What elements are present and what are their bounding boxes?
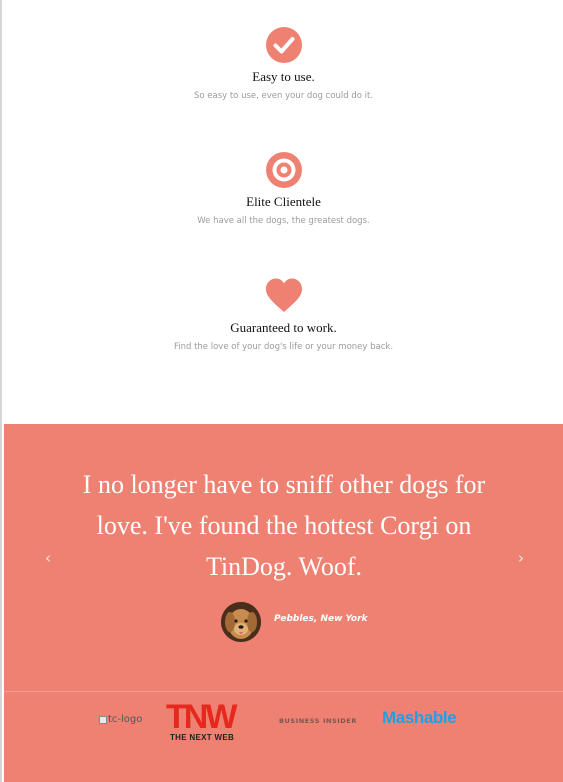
feature-description: We have all the dogs, the greatest dogs. xyxy=(197,216,370,226)
business-insider-logo: BUSINESS INSIDER xyxy=(279,717,357,725)
avatar xyxy=(221,602,261,642)
tnw-mark: TNW xyxy=(166,698,237,736)
feature-title: Easy to use. xyxy=(252,69,315,84)
feature-elite-clientele: Elite Clientele We have all the dogs, th… xyxy=(4,151,563,226)
chevron-right-icon[interactable]: › xyxy=(511,548,531,568)
page-frame: Easy to use. So easy to use, even your d… xyxy=(0,0,563,782)
tnw-logo: TNW THE NEXT WEB xyxy=(166,698,252,742)
testimonial-quote: I no longer have to sniff other dogs for… xyxy=(82,470,486,581)
feature-easy-to-use: Easy to use. So easy to use, even your d… xyxy=(4,26,563,101)
dog-photo-icon xyxy=(221,602,261,642)
mashable-logo: Mashable xyxy=(382,708,457,727)
features-section: Easy to use. So easy to use, even your d… xyxy=(4,0,563,424)
feature-title: Elite Clientele xyxy=(246,194,321,209)
bullseye-icon xyxy=(265,152,302,188)
techcrunch-logo: tc-logo xyxy=(99,714,142,725)
feature-description: So easy to use, even your dog could do i… xyxy=(193,91,374,101)
techcrunch-alt-text: tc-logo xyxy=(108,714,143,725)
chevron-left-icon[interactable]: ‹ xyxy=(38,548,58,568)
testimonial-carousel: ‹ I no longer have to sniff other dogs f… xyxy=(4,424,563,691)
feature-guaranteed: Guaranteed to work. Find the love of you… xyxy=(4,277,563,352)
press-section: tc-logo TNW THE NEXT WEB BUSINESS INSIDE… xyxy=(4,691,563,782)
broken-image-icon xyxy=(99,715,107,724)
heart-icon xyxy=(265,278,302,312)
check-circle-icon xyxy=(265,27,302,63)
testimonial-author: Pebbles, New York xyxy=(274,614,368,624)
feature-title: Guaranteed to work. xyxy=(230,320,337,335)
feature-description: Find the love of your dog's life or your… xyxy=(173,342,394,352)
tnw-subtitle: THE NEXT WEB xyxy=(170,733,235,742)
